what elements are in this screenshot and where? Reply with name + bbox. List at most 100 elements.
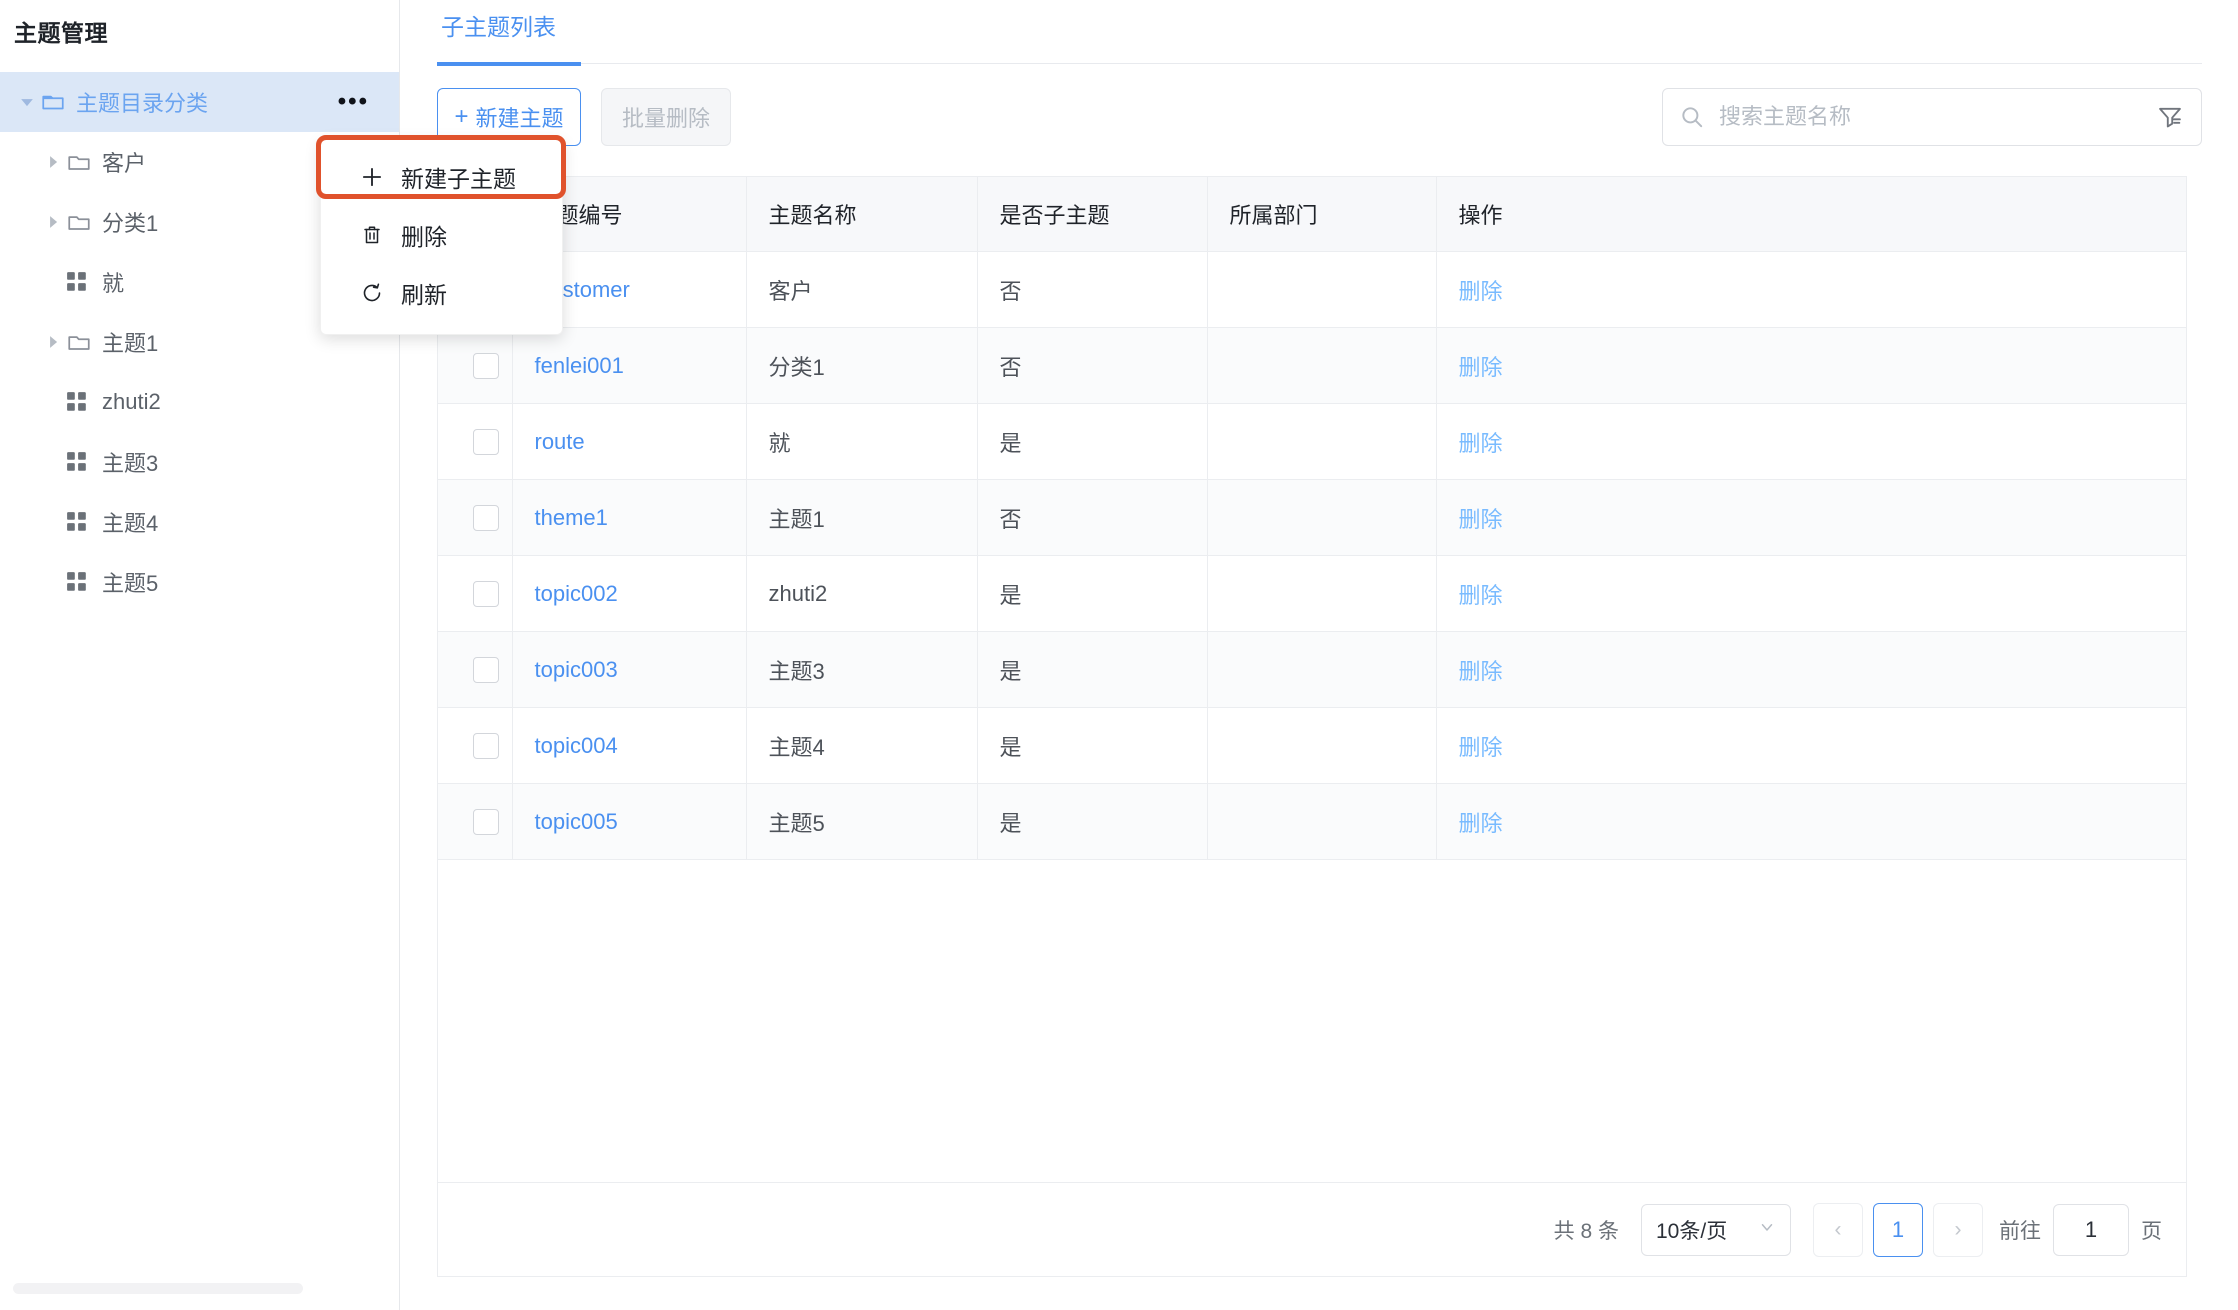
- chevron-right-icon[interactable]: [40, 215, 66, 229]
- theme-id-link[interactable]: topic003: [535, 657, 618, 682]
- cell-department: [1207, 252, 1436, 328]
- cell-theme-name: 主题3: [746, 632, 977, 708]
- theme-management-page: 主题管理 主题目录分类•••客户分类1就主题1zhuti2主题3主题4主题5 子…: [0, 0, 2238, 1310]
- context-menu-item-1[interactable]: 删除: [321, 206, 562, 264]
- sidebar-horizontal-scrollbar[interactable]: [13, 1283, 303, 1294]
- cell-actions: 删除: [1436, 480, 2186, 556]
- row-delete-link[interactable]: 删除: [1459, 279, 1503, 304]
- tree-item-label: 客户: [102, 146, 146, 178]
- cell-theme-id[interactable]: route: [512, 404, 746, 480]
- cell-theme-id[interactable]: theme1: [512, 480, 746, 556]
- pagination-jump-input[interactable]: [2053, 1204, 2129, 1256]
- batch-delete-button-label: 批量删除: [622, 101, 710, 133]
- row-checkbox[interactable]: [473, 733, 499, 759]
- tree-item-label: 分类1: [102, 206, 158, 238]
- cell-is-sub-theme: 否: [977, 480, 1207, 556]
- folder-icon: [66, 329, 96, 355]
- search-input[interactable]: [1717, 103, 2139, 131]
- theme-id-link[interactable]: topic004: [535, 733, 618, 758]
- table-row: theme1主题1否删除: [438, 480, 2186, 556]
- pagination-prev-button[interactable]: ‹: [1813, 1203, 1863, 1257]
- folder-icon: [66, 209, 96, 235]
- row-checkbox[interactable]: [473, 581, 499, 607]
- cell-theme-name: zhuti2: [746, 556, 977, 632]
- row-delete-link[interactable]: 删除: [1459, 583, 1503, 608]
- tab-divider: [437, 63, 2202, 64]
- grid-icon: [66, 271, 96, 293]
- cell-theme-id[interactable]: topic004: [512, 708, 746, 784]
- tree-item-6[interactable]: 主题3: [0, 432, 399, 492]
- cell-theme-id[interactable]: topic003: [512, 632, 746, 708]
- chevron-right-icon[interactable]: [40, 335, 66, 349]
- row-delete-link[interactable]: 删除: [1459, 735, 1503, 760]
- cell-department: [1207, 556, 1436, 632]
- context-menu-item-label: 新建子主题: [401, 160, 516, 194]
- row-checkbox[interactable]: [473, 505, 499, 531]
- cell-theme-id[interactable]: topic002: [512, 556, 746, 632]
- cell-department: [1207, 480, 1436, 556]
- cell-theme-id[interactable]: topic005: [512, 784, 746, 860]
- row-delete-link[interactable]: 删除: [1459, 811, 1503, 836]
- theme-id-link[interactable]: fenlei001: [535, 353, 624, 378]
- new-theme-button[interactable]: + 新建主题: [437, 88, 581, 146]
- theme-id-link[interactable]: topic002: [535, 581, 618, 606]
- cell-theme-name: 分类1: [746, 328, 977, 404]
- cell-is-sub-theme: 否: [977, 328, 1207, 404]
- row-checkbox[interactable]: [473, 429, 499, 455]
- tree-item-more-button[interactable]: •••: [338, 72, 369, 132]
- cell-actions: 删除: [1436, 328, 2186, 404]
- row-checkbox-cell[interactable]: [438, 632, 512, 708]
- row-checkbox[interactable]: [473, 809, 499, 835]
- filter-icon[interactable]: [2139, 89, 2201, 145]
- cell-department: [1207, 708, 1436, 784]
- context-menu-item-label: 删除: [401, 218, 447, 252]
- tree-item-0[interactable]: 主题目录分类 •••: [0, 72, 399, 132]
- chevron-down-icon[interactable]: [14, 95, 40, 109]
- row-checkbox-cell[interactable]: [438, 328, 512, 404]
- pagination-next-button[interactable]: ›: [1933, 1203, 1983, 1257]
- theme-id-link[interactable]: route: [535, 429, 585, 454]
- row-checkbox-cell[interactable]: [438, 480, 512, 556]
- column-header-is-sub: 是否子主题: [977, 177, 1207, 252]
- chevron-right-icon[interactable]: [40, 155, 66, 169]
- table-row: topic005主题5是删除: [438, 784, 2186, 860]
- row-checkbox-cell[interactable]: [438, 784, 512, 860]
- page-size-select[interactable]: 10条/页: [1641, 1204, 1791, 1256]
- cell-theme-id[interactable]: fenlei001: [512, 328, 746, 404]
- tree-item-7[interactable]: 主题4: [0, 492, 399, 552]
- table-row: topic002zhuti2是删除: [438, 556, 2186, 632]
- row-checkbox-cell[interactable]: [438, 556, 512, 632]
- row-delete-link[interactable]: 删除: [1459, 355, 1503, 380]
- row-delete-link[interactable]: 删除: [1459, 507, 1503, 532]
- row-checkbox-cell[interactable]: [438, 404, 512, 480]
- tree-item-8[interactable]: 主题5: [0, 552, 399, 612]
- tree-item-label: 主题1: [102, 326, 158, 358]
- row-checkbox[interactable]: [473, 657, 499, 683]
- row-delete-link[interactable]: 删除: [1459, 431, 1503, 456]
- context-menu-item-0[interactable]: 新建子主题: [321, 148, 562, 206]
- batch-delete-button[interactable]: 批量删除: [601, 88, 731, 146]
- tree-item-label: 就: [102, 266, 124, 298]
- main-content: 子主题列表 + 新建主题 批量删除: [401, 0, 2238, 1310]
- tree-item-label: 主题目录分类: [76, 86, 208, 118]
- pagination-page-1[interactable]: 1: [1873, 1203, 1923, 1257]
- chevron-down-icon: [1758, 1218, 1776, 1242]
- tab-sub-theme-list[interactable]: 子主题列表: [437, 8, 560, 58]
- cell-actions: 删除: [1436, 632, 2186, 708]
- context-menu-item-2[interactable]: 刷新: [321, 264, 562, 322]
- theme-id-link[interactable]: topic005: [535, 809, 618, 834]
- search-icon: [1679, 104, 1705, 130]
- row-checkbox-cell[interactable]: [438, 708, 512, 784]
- row-delete-link[interactable]: 删除: [1459, 659, 1503, 684]
- new-theme-button-label: 新建主题: [476, 101, 564, 133]
- cell-department: [1207, 328, 1436, 404]
- table-row: route就是删除: [438, 404, 2186, 480]
- cell-actions: 删除: [1436, 708, 2186, 784]
- cell-is-sub-theme: 是: [977, 404, 1207, 480]
- theme-id-link[interactable]: theme1: [535, 505, 608, 530]
- tree-item-5[interactable]: zhuti2: [0, 372, 399, 432]
- cell-is-sub-theme: 是: [977, 784, 1207, 860]
- row-checkbox[interactable]: [473, 353, 499, 379]
- tree-item-label: 主题4: [102, 506, 158, 538]
- trash-icon: [357, 223, 387, 247]
